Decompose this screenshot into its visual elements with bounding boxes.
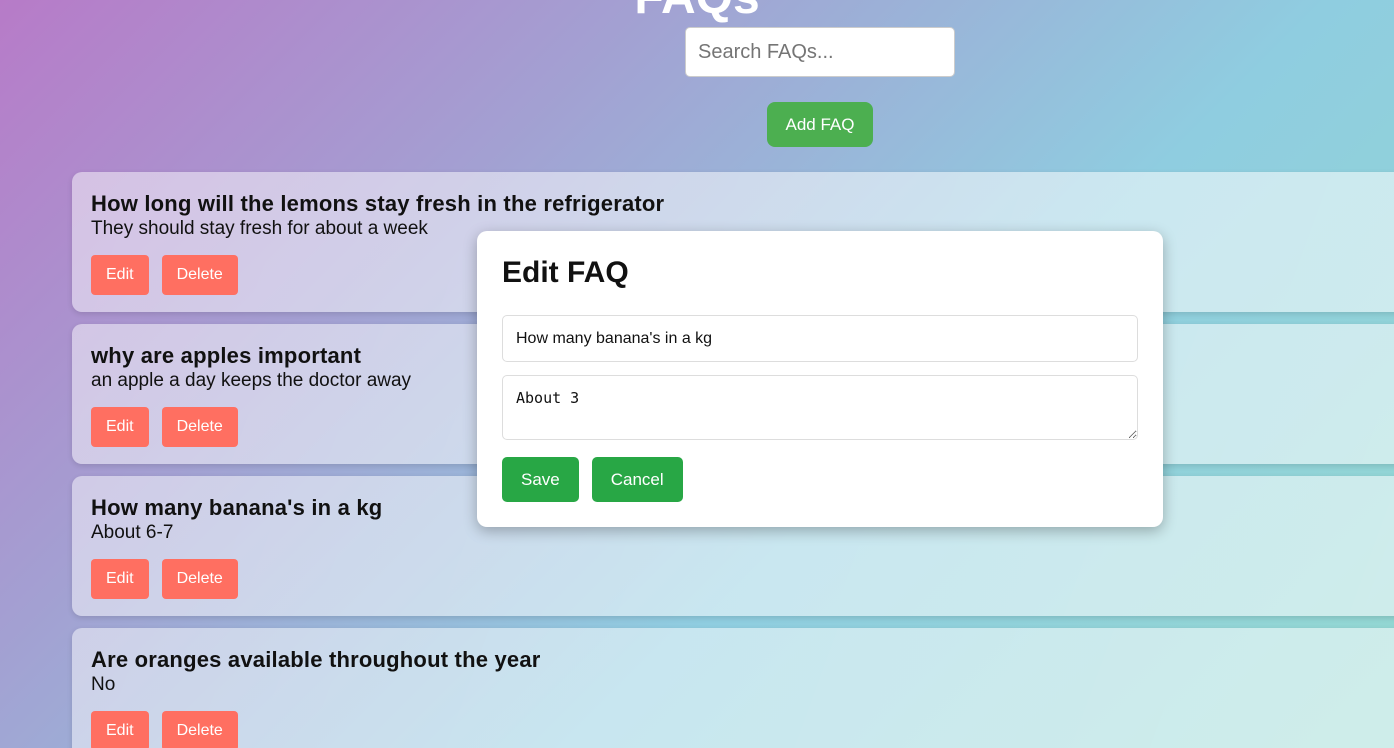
search-input[interactable] <box>685 27 955 77</box>
answer-textarea[interactable]: About 3 <box>502 375 1138 440</box>
modal-actions: Save Cancel <box>502 457 683 502</box>
cancel-button[interactable]: Cancel <box>591 457 683 502</box>
save-button[interactable]: Save <box>502 457 579 502</box>
faq-question: Are oranges available throughout the yea… <box>91 647 541 672</box>
page-title: FAQs <box>0 0 1394 26</box>
modal-title: Edit FAQ <box>502 256 629 289</box>
edit-button[interactable]: Edit <box>91 255 149 295</box>
delete-button[interactable]: Delete <box>161 711 238 748</box>
faq-actions: Edit Delete <box>91 711 1393 748</box>
add-faq-button[interactable]: Add FAQ <box>767 102 873 147</box>
edit-button[interactable]: Edit <box>91 559 149 599</box>
faq-question: How long will the lemons stay fresh in t… <box>91 191 665 216</box>
edit-faq-modal: Edit FAQ About 3 Save Cancel <box>477 231 1163 527</box>
faq-answer: No <box>91 674 116 695</box>
faq-actions: Edit Delete <box>91 559 1393 599</box>
edit-button[interactable]: Edit <box>91 711 149 748</box>
faq-item: Are oranges available throughout the yea… <box>72 628 1394 748</box>
delete-button[interactable]: Delete <box>161 255 238 295</box>
delete-button[interactable]: Delete <box>161 407 238 447</box>
delete-button[interactable]: Delete <box>161 559 238 599</box>
edit-button[interactable]: Edit <box>91 407 149 447</box>
question-input[interactable] <box>502 315 1138 362</box>
